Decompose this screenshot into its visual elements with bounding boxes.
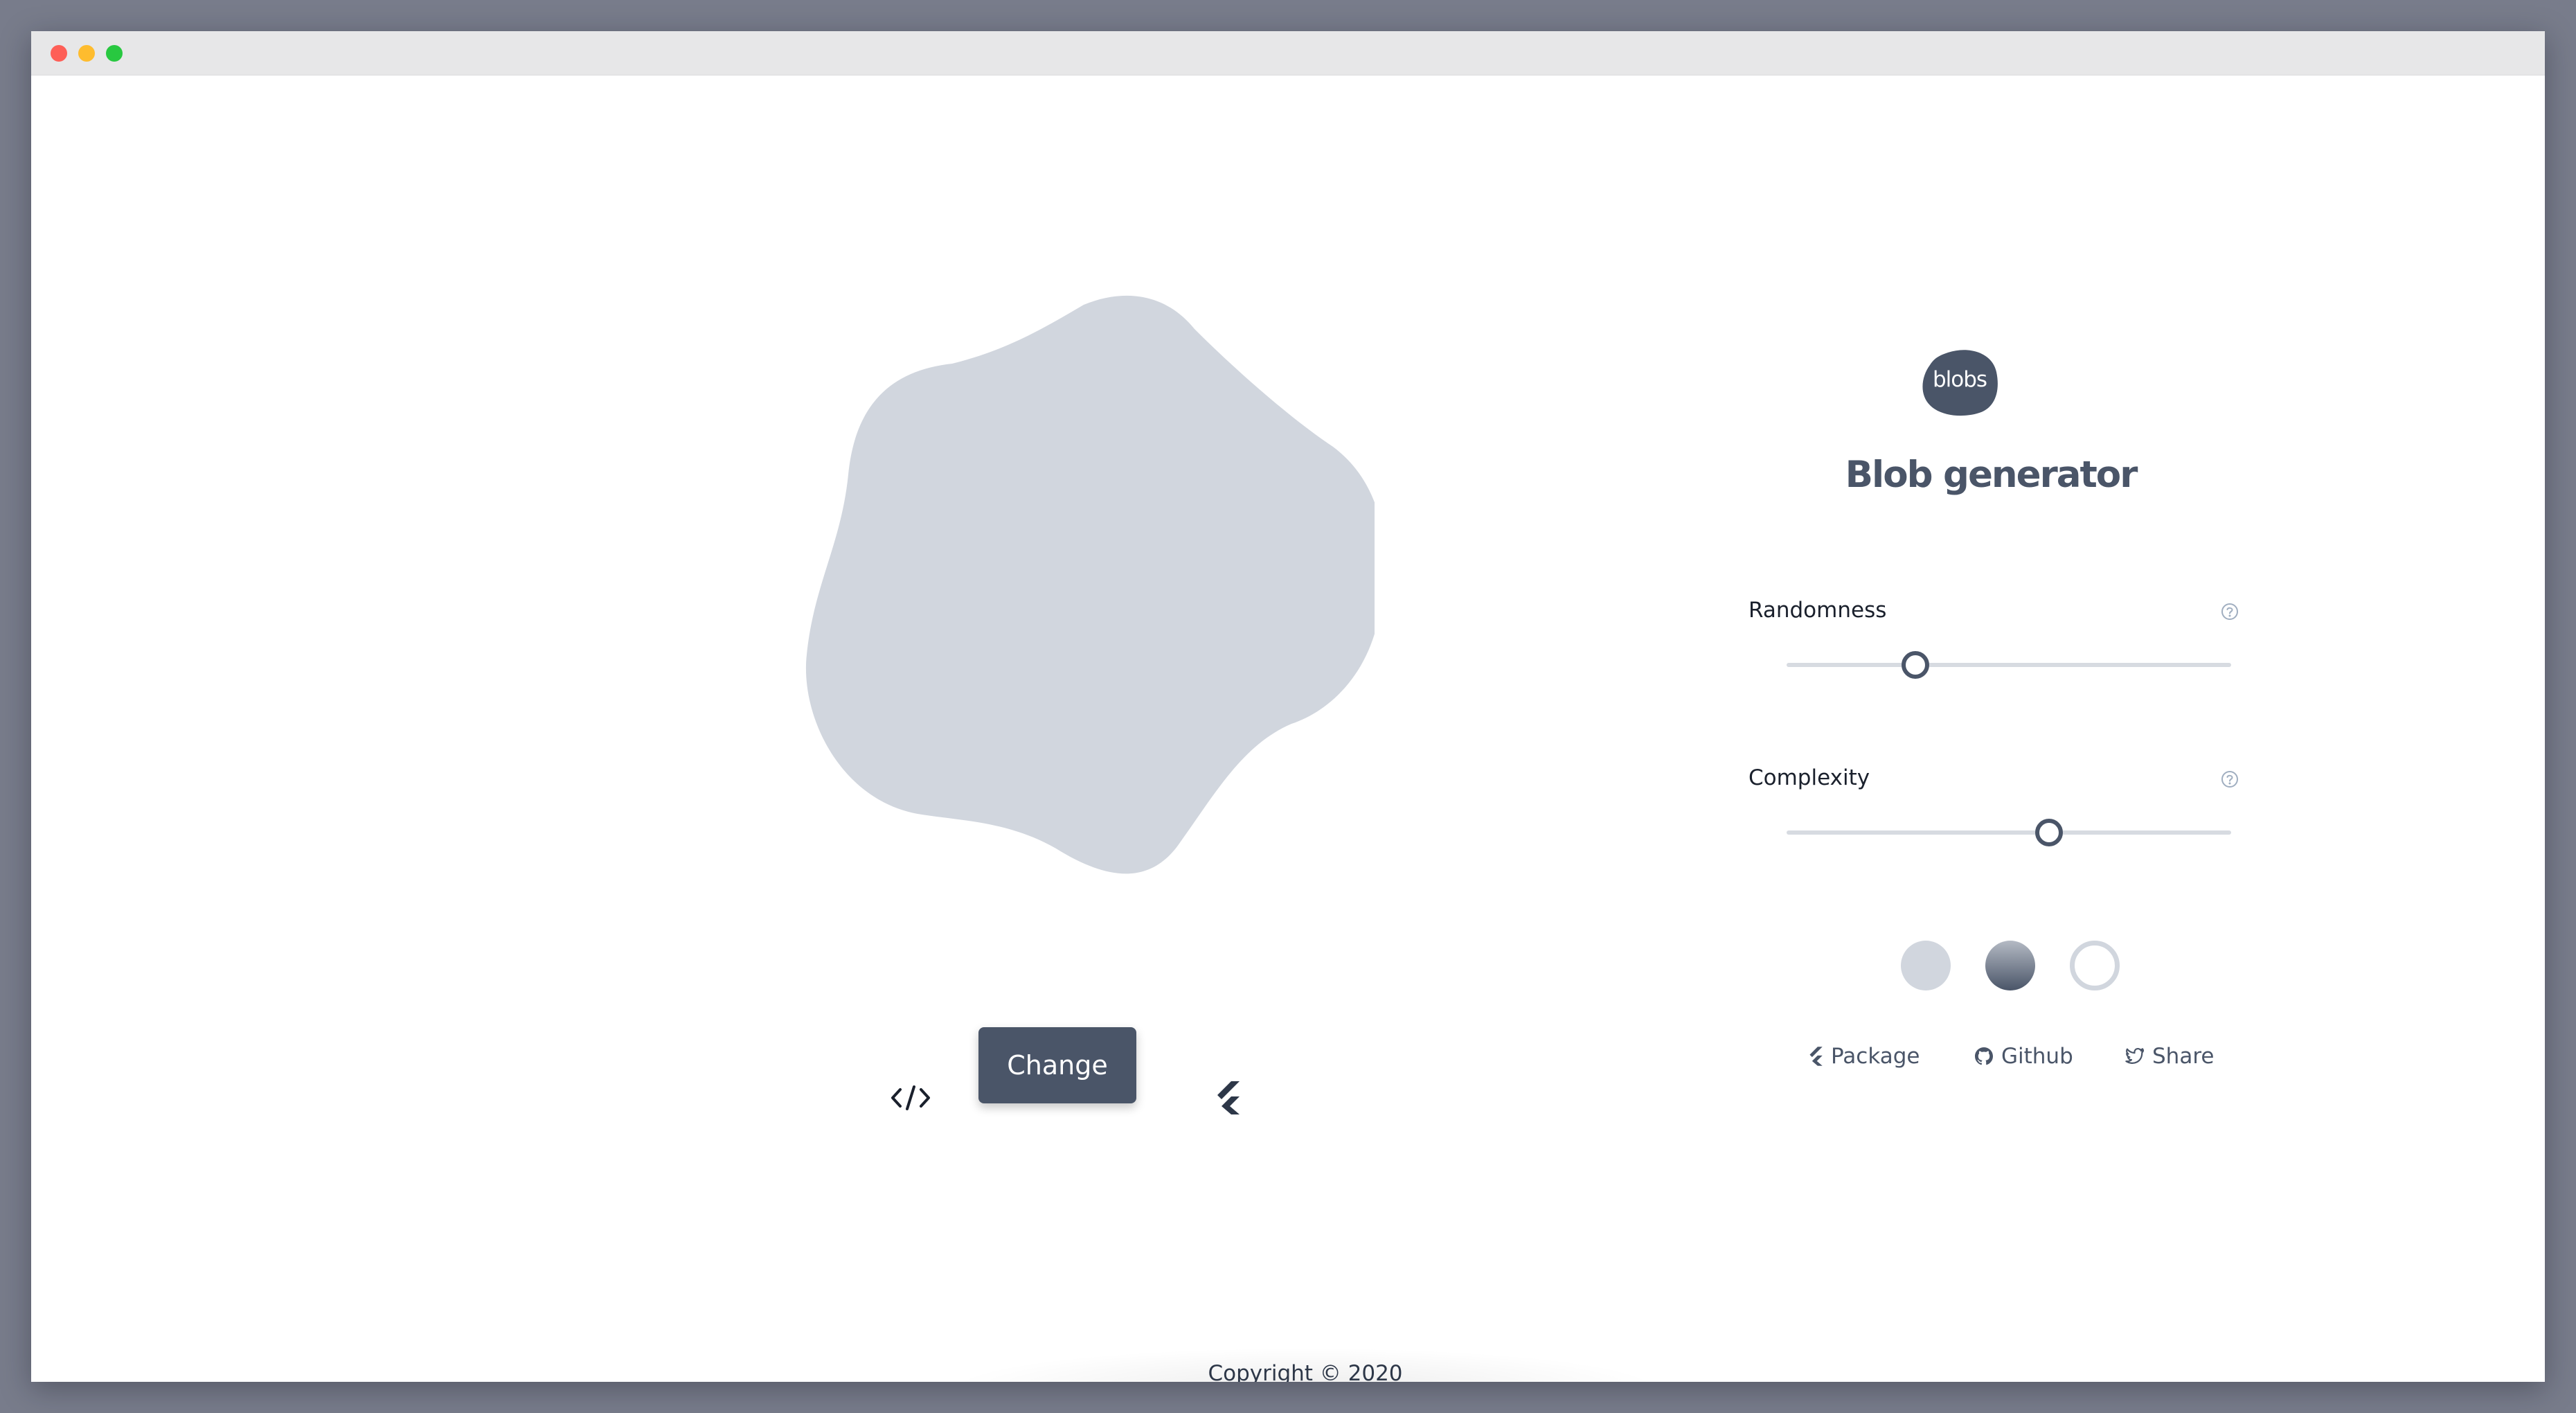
page-title: Blob generator bbox=[1845, 454, 2138, 496]
logo-text: blobs bbox=[1932, 367, 1987, 392]
flutter-button[interactable] bbox=[1204, 1070, 1252, 1126]
footer-copyright: Copyright © 2020 bbox=[1208, 1361, 1403, 1382]
code-icon bbox=[891, 1085, 930, 1110]
randomness-slider-track[interactable] bbox=[1787, 663, 2231, 667]
browser-window: Change blobs Blob generator Randomness C… bbox=[31, 31, 2545, 1382]
randomness-help-icon[interactable] bbox=[2219, 601, 2240, 622]
flutter-icon bbox=[1217, 1081, 1240, 1114]
blob-preview bbox=[805, 295, 1375, 874]
complexity-help-icon[interactable] bbox=[2219, 769, 2240, 790]
minimize-window-button[interactable] bbox=[78, 45, 95, 62]
window-titlebar bbox=[31, 31, 2545, 75]
maximize-window-button[interactable] bbox=[106, 45, 123, 62]
blob-shape bbox=[805, 295, 1375, 874]
randomness-label: Randomness bbox=[1748, 598, 1887, 623]
outline-fill-swatch[interactable] bbox=[2070, 941, 2120, 990]
change-button[interactable]: Change bbox=[978, 1027, 1136, 1103]
package-link-label: Package bbox=[1831, 1044, 1920, 1069]
share-link-label: Share bbox=[2152, 1044, 2215, 1069]
complexity-label: Complexity bbox=[1748, 765, 1870, 790]
complexity-slider-track[interactable] bbox=[1787, 830, 2231, 835]
randomness-slider-thumb[interactable] bbox=[1902, 651, 1930, 679]
complexity-slider-thumb[interactable] bbox=[2034, 819, 2063, 846]
gradient-fill-swatch[interactable] bbox=[1985, 941, 2035, 990]
twitter-icon bbox=[2125, 1047, 2145, 1064]
close-window-button[interactable] bbox=[51, 45, 67, 62]
code-button[interactable] bbox=[883, 1070, 938, 1126]
github-link[interactable]: Github bbox=[1974, 1042, 2073, 1070]
github-icon bbox=[1975, 1047, 1993, 1065]
flutter-icon bbox=[1809, 1047, 1823, 1066]
package-link[interactable]: Package bbox=[1807, 1042, 1920, 1070]
github-link-label: Github bbox=[2001, 1044, 2073, 1069]
solid-fill-swatch[interactable] bbox=[1901, 941, 1951, 990]
share-link[interactable]: Share bbox=[2125, 1042, 2214, 1070]
